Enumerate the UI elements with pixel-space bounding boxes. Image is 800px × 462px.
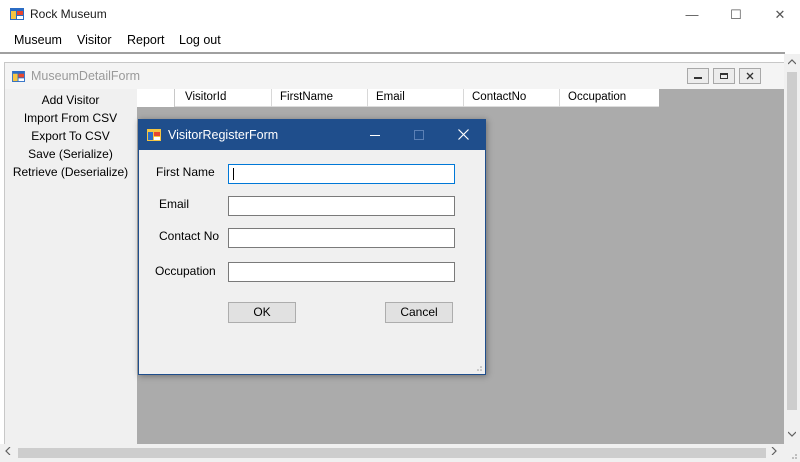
maximize-button[interactable]: ☐ bbox=[716, 0, 756, 30]
first-name-input[interactable] bbox=[228, 164, 455, 184]
child-close-button[interactable] bbox=[739, 68, 761, 84]
scroll-right-icon[interactable] bbox=[766, 444, 782, 462]
minimize-button[interactable]: — bbox=[672, 0, 712, 30]
close-icon bbox=[457, 129, 469, 140]
scroll-down-icon[interactable] bbox=[784, 426, 800, 442]
restore-icon bbox=[720, 73, 728, 79]
minimize-icon bbox=[370, 135, 380, 136]
child-form-title: MuseumDetailForm bbox=[31, 69, 141, 83]
export-csv-button[interactable]: Export To CSV bbox=[5, 129, 136, 143]
occupation-input[interactable] bbox=[228, 262, 455, 282]
column-divider[interactable] bbox=[271, 89, 272, 107]
horizontal-scroll-thumb[interactable] bbox=[18, 448, 766, 458]
import-csv-button[interactable]: Import From CSV bbox=[5, 111, 136, 125]
menu-report[interactable]: Report bbox=[127, 33, 165, 47]
child-title-bar[interactable]: MuseumDetailForm bbox=[5, 63, 785, 89]
column-header-firstname[interactable]: FirstName bbox=[280, 91, 333, 103]
menu-visitor[interactable]: Visitor bbox=[77, 33, 112, 47]
add-visitor-button[interactable]: Add Visitor bbox=[5, 93, 136, 107]
column-divider[interactable] bbox=[463, 89, 464, 107]
column-header-contactno[interactable]: ContactNo bbox=[472, 91, 526, 103]
save-serialize-button[interactable]: Save (Serialize) bbox=[5, 147, 136, 161]
column-header-visitorid[interactable]: VisitorId bbox=[185, 91, 226, 103]
dialog-maximize-button bbox=[401, 120, 437, 150]
text-caret bbox=[233, 168, 234, 180]
dialog-close-button[interactable] bbox=[445, 120, 481, 150]
menu-museum[interactable]: Museum bbox=[14, 33, 62, 47]
child-minimize-button[interactable] bbox=[687, 68, 709, 84]
side-button-panel: Add Visitor Import From CSV Export To CS… bbox=[5, 91, 136, 445]
vertical-scrollbar[interactable] bbox=[784, 54, 800, 444]
visitor-register-dialog: VisitorRegisterForm First Name Email Con… bbox=[138, 119, 486, 375]
scroll-left-icon[interactable] bbox=[0, 444, 16, 462]
window-size-grip[interactable] bbox=[784, 444, 800, 462]
cancel-button[interactable]: Cancel bbox=[385, 302, 453, 323]
resize-grip-icon bbox=[792, 454, 797, 459]
close-icon bbox=[746, 72, 754, 80]
scroll-up-icon[interactable] bbox=[784, 54, 800, 70]
app-form-icon bbox=[147, 129, 161, 141]
menu-bar: Museum Visitor Report Log out bbox=[0, 30, 800, 52]
column-header-email[interactable]: Email bbox=[376, 91, 405, 103]
retrieve-deserialize-button[interactable]: Retrieve (Deserialize) bbox=[5, 165, 136, 179]
grid-corner-cell[interactable] bbox=[137, 89, 175, 107]
close-button[interactable]: ✕ bbox=[760, 0, 800, 30]
email-input[interactable] bbox=[228, 196, 455, 216]
grid-header-row: VisitorId FirstName Email ContactNo Occu… bbox=[137, 89, 659, 107]
dialog-minimize-button[interactable] bbox=[357, 120, 393, 150]
contact-no-input[interactable] bbox=[228, 228, 455, 248]
occupation-label: Occupation bbox=[155, 264, 216, 278]
resize-grip-icon[interactable] bbox=[474, 363, 482, 371]
main-title-bar: Rock Museum — ☐ ✕ bbox=[0, 0, 800, 30]
child-restore-button[interactable] bbox=[713, 68, 735, 84]
maximize-icon bbox=[414, 130, 424, 140]
ok-button[interactable]: OK bbox=[228, 302, 296, 323]
email-label: Email bbox=[159, 197, 190, 211]
contact-no-label: Contact No bbox=[159, 229, 220, 243]
dialog-title: VisitorRegisterForm bbox=[168, 128, 279, 142]
app-title: Rock Museum bbox=[30, 7, 107, 21]
dialog-title-bar[interactable]: VisitorRegisterForm bbox=[139, 120, 485, 150]
vertical-scroll-thumb[interactable] bbox=[787, 72, 797, 410]
menu-logout[interactable]: Log out bbox=[179, 33, 221, 47]
first-name-label: First Name bbox=[156, 165, 215, 179]
column-header-occupation[interactable]: Occupation bbox=[568, 91, 626, 103]
minimize-icon bbox=[694, 77, 702, 79]
app-form-icon bbox=[10, 8, 24, 20]
column-divider[interactable] bbox=[367, 89, 368, 107]
form-icon bbox=[12, 71, 25, 82]
column-divider[interactable] bbox=[559, 89, 560, 107]
horizontal-scrollbar[interactable] bbox=[0, 444, 784, 462]
